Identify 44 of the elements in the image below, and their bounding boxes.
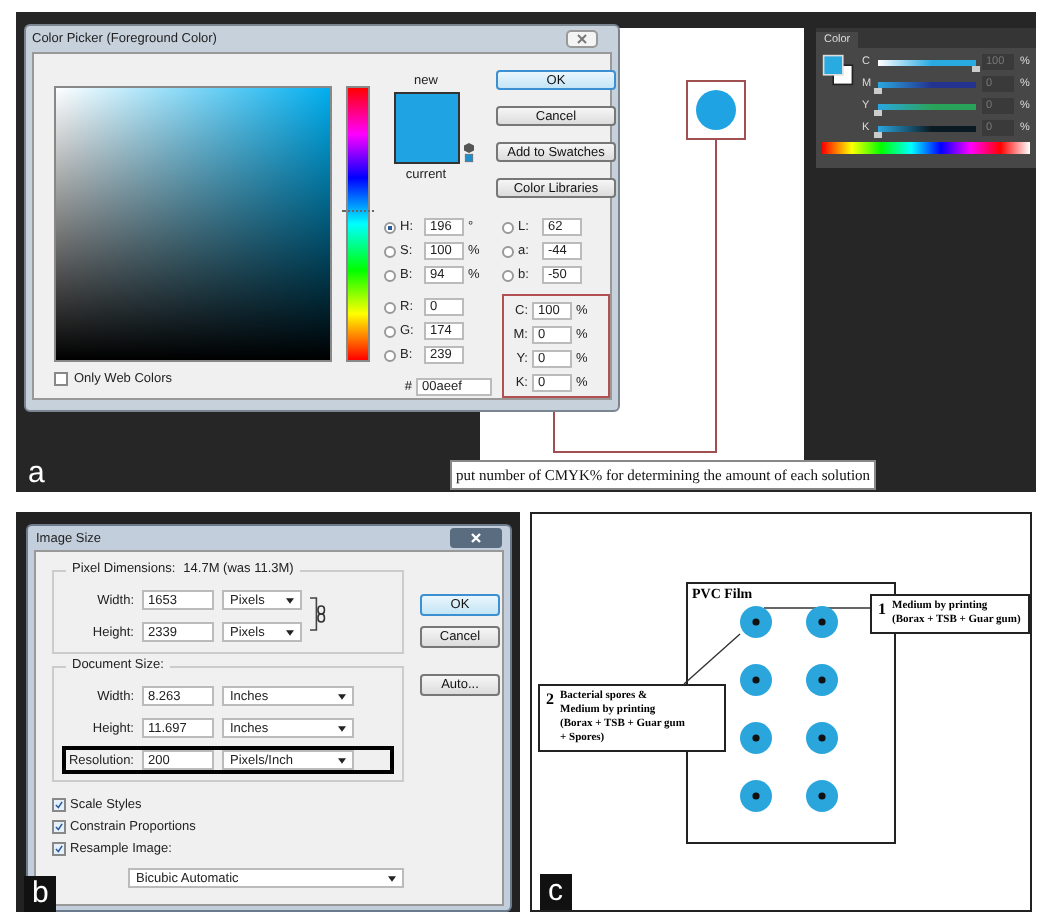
- radio-button[interactable]: [384, 349, 396, 361]
- well-spot: [740, 780, 772, 812]
- well-spot: [740, 664, 772, 696]
- slider-thumb[interactable]: [972, 65, 980, 71]
- radio-button[interactable]: [384, 221, 396, 233]
- caret-icon: [338, 757, 346, 763]
- radio-button[interactable]: [502, 245, 514, 257]
- leader-line: [763, 607, 871, 609]
- cube-icon: [464, 142, 474, 164]
- slider-thumb[interactable]: [874, 109, 882, 115]
- caret-icon: [388, 875, 396, 881]
- caret-icon: [338, 725, 346, 731]
- panel-label: c: [540, 874, 571, 910]
- color-circle: [696, 90, 736, 130]
- caret-icon: [338, 693, 346, 699]
- well-spot: [806, 780, 838, 812]
- slider-thumb[interactable]: [874, 87, 882, 93]
- close-icon[interactable]: [450, 528, 502, 548]
- caret-icon: [286, 597, 294, 603]
- leader-line: [683, 633, 741, 685]
- well-spot: [806, 664, 838, 696]
- panel-label: b: [24, 876, 57, 912]
- radio-button[interactable]: [502, 221, 514, 233]
- panel-label: a: [26, 456, 47, 492]
- link-icon[interactable]: [310, 592, 326, 636]
- color-spectrum-bar[interactable]: [822, 142, 1030, 154]
- well-spot: [740, 722, 772, 754]
- well-spot: [806, 722, 838, 754]
- slider-thumb[interactable]: [874, 131, 882, 137]
- well-spot: [806, 606, 838, 638]
- callout-number: 2: [546, 690, 554, 712]
- color-preview: [394, 92, 460, 164]
- radio-button[interactable]: [502, 269, 514, 281]
- color-field[interactable]: [54, 86, 332, 362]
- callout-number: 1: [878, 600, 886, 622]
- foreground-background-swatch-icon[interactable]: [822, 54, 854, 86]
- radio-button[interactable]: [384, 245, 396, 257]
- radio-button[interactable]: [384, 325, 396, 337]
- well-spot: [740, 606, 772, 638]
- hue-slider[interactable]: [346, 86, 370, 362]
- radio-button[interactable]: [384, 269, 396, 281]
- caret-icon: [286, 629, 294, 635]
- close-icon[interactable]: [566, 30, 598, 48]
- radio-button[interactable]: [384, 301, 396, 313]
